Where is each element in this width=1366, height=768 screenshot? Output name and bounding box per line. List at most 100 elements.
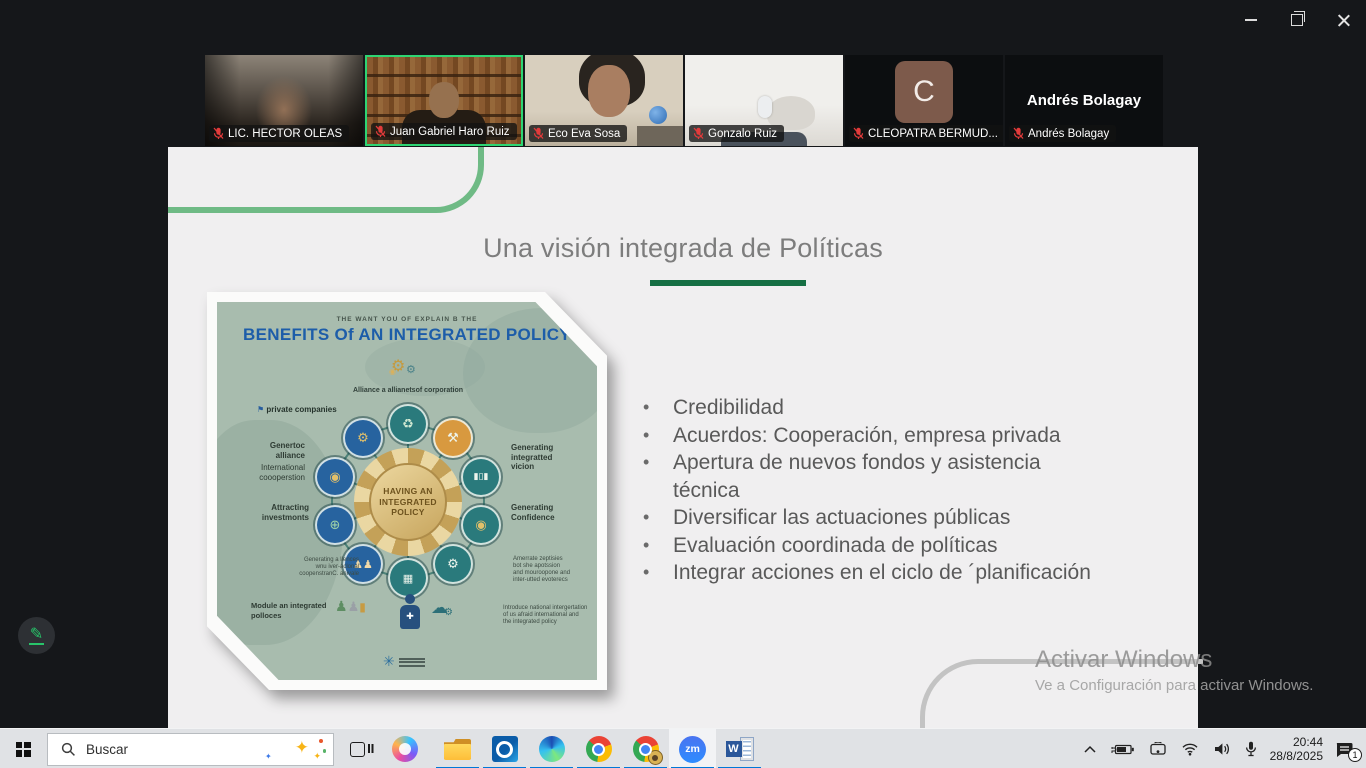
taskbar-app-zoom[interactable]: zm	[669, 729, 716, 768]
taskbar-clock[interactable]: 20:44 28/8/2025	[1264, 735, 1329, 763]
screen-share-slide: Una visión integrada de Políticas THE WA…	[168, 147, 1198, 728]
participant-label: Juan Gabriel Haro Ruiz	[371, 123, 517, 140]
windows-logo-icon	[16, 742, 31, 757]
bullet-item: Diversificar las actuaciones públicas	[638, 504, 1138, 532]
minimize-button[interactable]	[1228, 0, 1274, 40]
participant-video-juan[interactable]: Juan Gabriel Haro Ruiz	[365, 55, 523, 146]
slide-title: Una visión integrada de Políticas	[168, 233, 1198, 264]
gear-ring-icon: ⚙	[433, 544, 473, 584]
start-button[interactable]	[0, 729, 46, 768]
close-button[interactable]	[1320, 0, 1366, 40]
muted-mic-icon	[213, 127, 224, 140]
pencil-underline	[29, 643, 44, 645]
clock-date: 28/8/2025	[1270, 749, 1323, 763]
participant-name: CLEOPATRA BERMUD...	[868, 128, 998, 140]
bullet-item: Apertura de nuevos fondos y asistenciaté…	[638, 449, 1138, 504]
participant-face	[588, 65, 630, 117]
muted-mic-icon	[533, 127, 544, 140]
taskbar-app-edge[interactable]	[528, 729, 575, 768]
restore-button[interactable]	[1274, 0, 1320, 40]
window-controls	[1228, 0, 1366, 40]
tray-microphone-button[interactable]	[1238, 729, 1264, 768]
logo-text-lines	[399, 656, 425, 668]
participant-label: Eco Eva Sosa	[529, 125, 627, 142]
pinwheel-logo-icon: ✳	[383, 654, 395, 670]
city-icon: ▦	[388, 558, 428, 598]
battery-charging-icon	[1111, 743, 1135, 756]
system-tray: 20:44 28/8/2025 1	[1076, 729, 1364, 768]
taskbar-app-chrome[interactable]	[575, 729, 622, 768]
participant-tile-andres[interactable]: Andrés Bolagay Andrés Bolagay	[1005, 55, 1163, 146]
bullet-item: Integrar acciones en el ciclo de ´planif…	[638, 559, 1138, 587]
tray-battery-button[interactable]	[1104, 729, 1142, 768]
taskbar-app-chrome-profile[interactable]	[622, 729, 669, 768]
people-figures-icon: ♟♟▮	[335, 598, 366, 616]
participant-name: LIC. HECTOR OLEAS	[228, 128, 342, 140]
participant-label: Andrés Bolagay	[1009, 125, 1116, 142]
org-logo: ✳	[383, 654, 425, 670]
notification-center-button[interactable]: 1	[1329, 729, 1364, 768]
tray-volume-button[interactable]	[1206, 729, 1238, 768]
pencil-icon: ✎	[30, 626, 43, 642]
muted-mic-icon	[375, 125, 386, 138]
cast-display-icon	[1149, 742, 1167, 756]
minimize-icon	[1245, 19, 1257, 21]
recycle-icon: ♻	[388, 404, 428, 444]
participant-face	[429, 82, 459, 118]
participant-tile-cleopatra[interactable]: C CLEOPATRA BERMUD...	[845, 55, 1003, 146]
label-alliance: Alliance a allianetsof corporation	[337, 387, 479, 396]
search-placeholder: Buscar	[86, 742, 128, 757]
infographic-card: THE WANT YOU OF EXPLAIN B THE BENEFITS O…	[207, 292, 607, 690]
handshake-icon: ⚒	[433, 418, 473, 458]
medal-text: HAVING AN INTEGRATED POLICY	[369, 463, 447, 541]
slide-title-underline	[650, 280, 806, 286]
gold-medal: HAVING AN INTEGRATED POLICY	[354, 448, 462, 556]
taskbar-app-file-explorer[interactable]	[434, 729, 481, 768]
profile-badge-icon	[648, 750, 663, 765]
annotate-button[interactable]: ✎	[18, 617, 55, 654]
buildings-icon: ▮▯▮	[461, 457, 501, 497]
cloud-gear-icon: ☁⚙	[431, 598, 457, 618]
label-right-note: Amerrate zeptisiesbot she apotssionand m…	[513, 556, 597, 584]
muted-mic-icon	[1013, 127, 1024, 140]
taskbar: Buscar ✦✦✦ zm W	[0, 728, 1366, 768]
tray-chevron-button[interactable]	[1076, 729, 1104, 768]
globe-prop	[649, 106, 667, 124]
search-highlights-icon: ✦✦✦	[273, 734, 325, 765]
label-generates-alliance: Genertocalliance	[235, 441, 305, 460]
restore-icon	[1291, 14, 1303, 26]
participant-name: Gonzalo Ruiz	[708, 128, 777, 140]
activation-watermark-subtitle: Ve a Configuración para activar Windows.	[1035, 677, 1313, 694]
participant-video-gonzalo[interactable]: Gonzalo Ruiz	[685, 55, 843, 146]
muted-mic-icon	[853, 127, 864, 140]
screen: LIC. HECTOR OLEAS Juan Gabriel Haro Ruiz…	[0, 0, 1366, 768]
tray-wifi-button[interactable]	[1174, 729, 1206, 768]
chrome-profile-icon	[633, 736, 659, 762]
search-input[interactable]: Buscar ✦✦✦	[47, 733, 334, 766]
participant-video-eva[interactable]: Eco Eva Sosa	[525, 55, 683, 146]
clock-time: 20:44	[1270, 735, 1323, 749]
participant-video-hector[interactable]: LIC. HECTOR OLEAS	[205, 55, 363, 146]
participant-name: Eco Eva Sosa	[548, 128, 620, 140]
coins-icon: ◉	[461, 505, 501, 545]
bullet-item: Credibilidad	[638, 394, 1138, 422]
close-icon	[1337, 14, 1350, 27]
word-icon: W	[726, 737, 754, 761]
bullet-item: Evaluación coordinada de políticas	[638, 532, 1138, 560]
copilot-button[interactable]	[381, 729, 428, 768]
label-generating-alliances: Generating a llenceswnu iver-aclonalcoop…	[273, 557, 359, 578]
tray-cast-button[interactable]	[1142, 729, 1174, 768]
microphone-icon	[1245, 741, 1257, 757]
activation-watermark-title: Activar Windows	[1035, 646, 1212, 674]
label-attracting-investments: Attractinginvestmonts	[233, 503, 309, 522]
infographic-card-body: THE WANT YOU OF EXPLAIN B THE BENEFITS O…	[217, 302, 597, 680]
task-view-button[interactable]	[334, 729, 381, 768]
taskbar-app-word[interactable]: W	[716, 729, 763, 768]
speaker-icon	[1213, 742, 1231, 756]
investment-icon: ◉	[315, 457, 355, 497]
notification-count-badge: 1	[1348, 748, 1362, 762]
label-generating-confidence: GeneratingConfidence	[511, 503, 593, 522]
participant-strip: LIC. HECTOR OLEAS Juan Gabriel Haro Ruiz…	[205, 55, 1163, 146]
task-view-icon	[350, 742, 365, 757]
taskbar-app-outlook[interactable]	[481, 729, 528, 768]
